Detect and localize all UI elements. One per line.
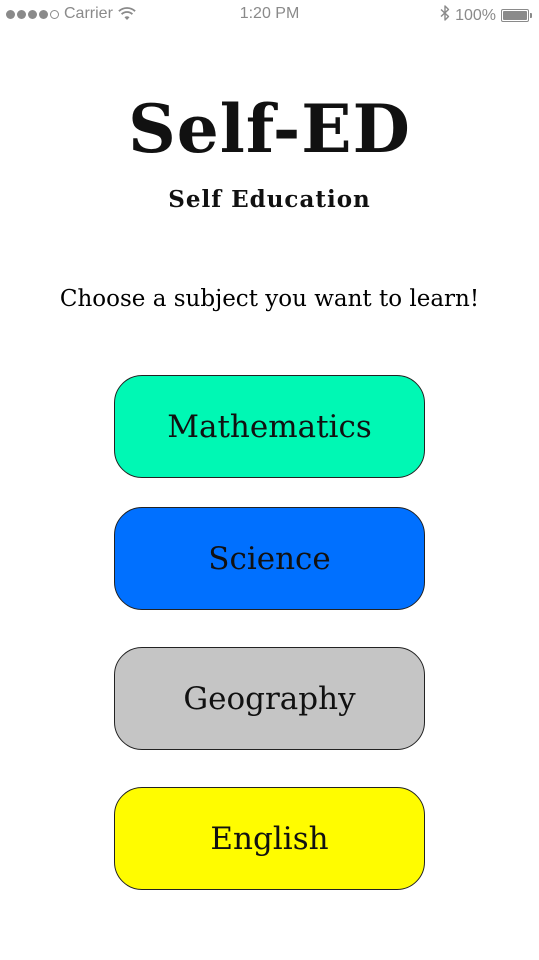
bluetooth-icon xyxy=(440,5,450,26)
subject-prompt: Choose a subject you want to learn! xyxy=(59,286,480,312)
app-title: Self-ED xyxy=(128,90,411,168)
geography-button[interactable]: Geography xyxy=(114,647,425,750)
battery-icon xyxy=(501,9,532,22)
app-subtitle: Self Education xyxy=(168,186,371,213)
mathematics-button[interactable]: Mathematics xyxy=(114,375,425,478)
status-bar-right: 100% xyxy=(440,5,532,26)
science-button[interactable]: Science xyxy=(114,507,425,610)
battery-percent: 100% xyxy=(455,6,496,24)
english-button[interactable]: English xyxy=(114,787,425,890)
status-bar: Carrier 1:20 PM 100% xyxy=(0,0,539,28)
